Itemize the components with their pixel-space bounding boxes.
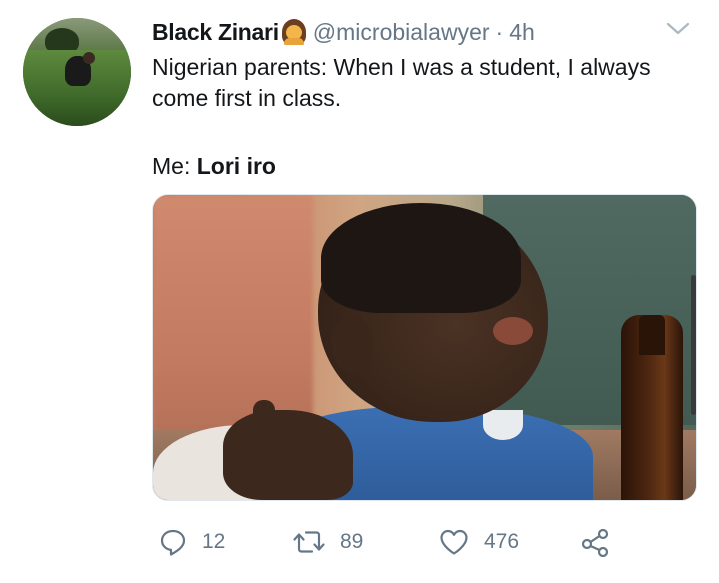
avatar-person-head bbox=[83, 52, 95, 64]
media-finger bbox=[253, 400, 275, 455]
retweet-button[interactable]: 89 bbox=[292, 520, 363, 564]
media-hand bbox=[223, 410, 353, 500]
chevron-down-icon[interactable] bbox=[666, 20, 690, 38]
author-handle[interactable]: @microbialawyer bbox=[313, 19, 490, 46]
tweet-header: Black Zinari @microbialawyer · 4h bbox=[152, 14, 535, 50]
separator-dot: · bbox=[495, 18, 504, 45]
tweet-text: Nigerian parents: When I was a student, … bbox=[152, 52, 697, 114]
tweet-text-line-1: Nigerian parents: When I was a student, … bbox=[152, 54, 651, 80]
me-prefix: Me: bbox=[152, 153, 197, 179]
reply-button[interactable]: 12 bbox=[158, 520, 225, 564]
tweet-media-image[interactable] bbox=[152, 194, 697, 501]
tweet-text-line-2: come first in class. bbox=[152, 85, 342, 111]
media-collar bbox=[483, 410, 523, 440]
share-button[interactable] bbox=[580, 520, 610, 564]
author-name[interactable]: Black Zinari bbox=[152, 19, 279, 46]
tweet[interactable]: Black Zinari @microbialawyer · 4h Nigeri… bbox=[0, 0, 719, 583]
like-count: 476 bbox=[484, 530, 520, 553]
media-ear bbox=[331, 315, 373, 373]
media-bottle-neck bbox=[639, 315, 665, 355]
tweet-actions: 12 89 476 bbox=[0, 520, 719, 564]
like-button[interactable]: 476 bbox=[438, 520, 519, 564]
media-scroll-indicator bbox=[691, 275, 696, 415]
retweet-count: 89 bbox=[340, 530, 364, 553]
media-mouth bbox=[493, 317, 533, 345]
avatar[interactable] bbox=[23, 18, 131, 126]
reply-icon bbox=[158, 527, 188, 557]
media-hair bbox=[321, 203, 521, 313]
heart-icon bbox=[438, 527, 470, 557]
tweet-me-line: Me: Lori iro bbox=[152, 151, 276, 182]
girl-emoji-icon bbox=[281, 19, 307, 45]
share-icon bbox=[580, 527, 610, 557]
reply-count: 12 bbox=[202, 530, 226, 553]
retweet-icon bbox=[292, 527, 326, 557]
me-bold-text: Lori iro bbox=[196, 153, 276, 179]
tweet-time[interactable]: 4h bbox=[509, 19, 535, 46]
